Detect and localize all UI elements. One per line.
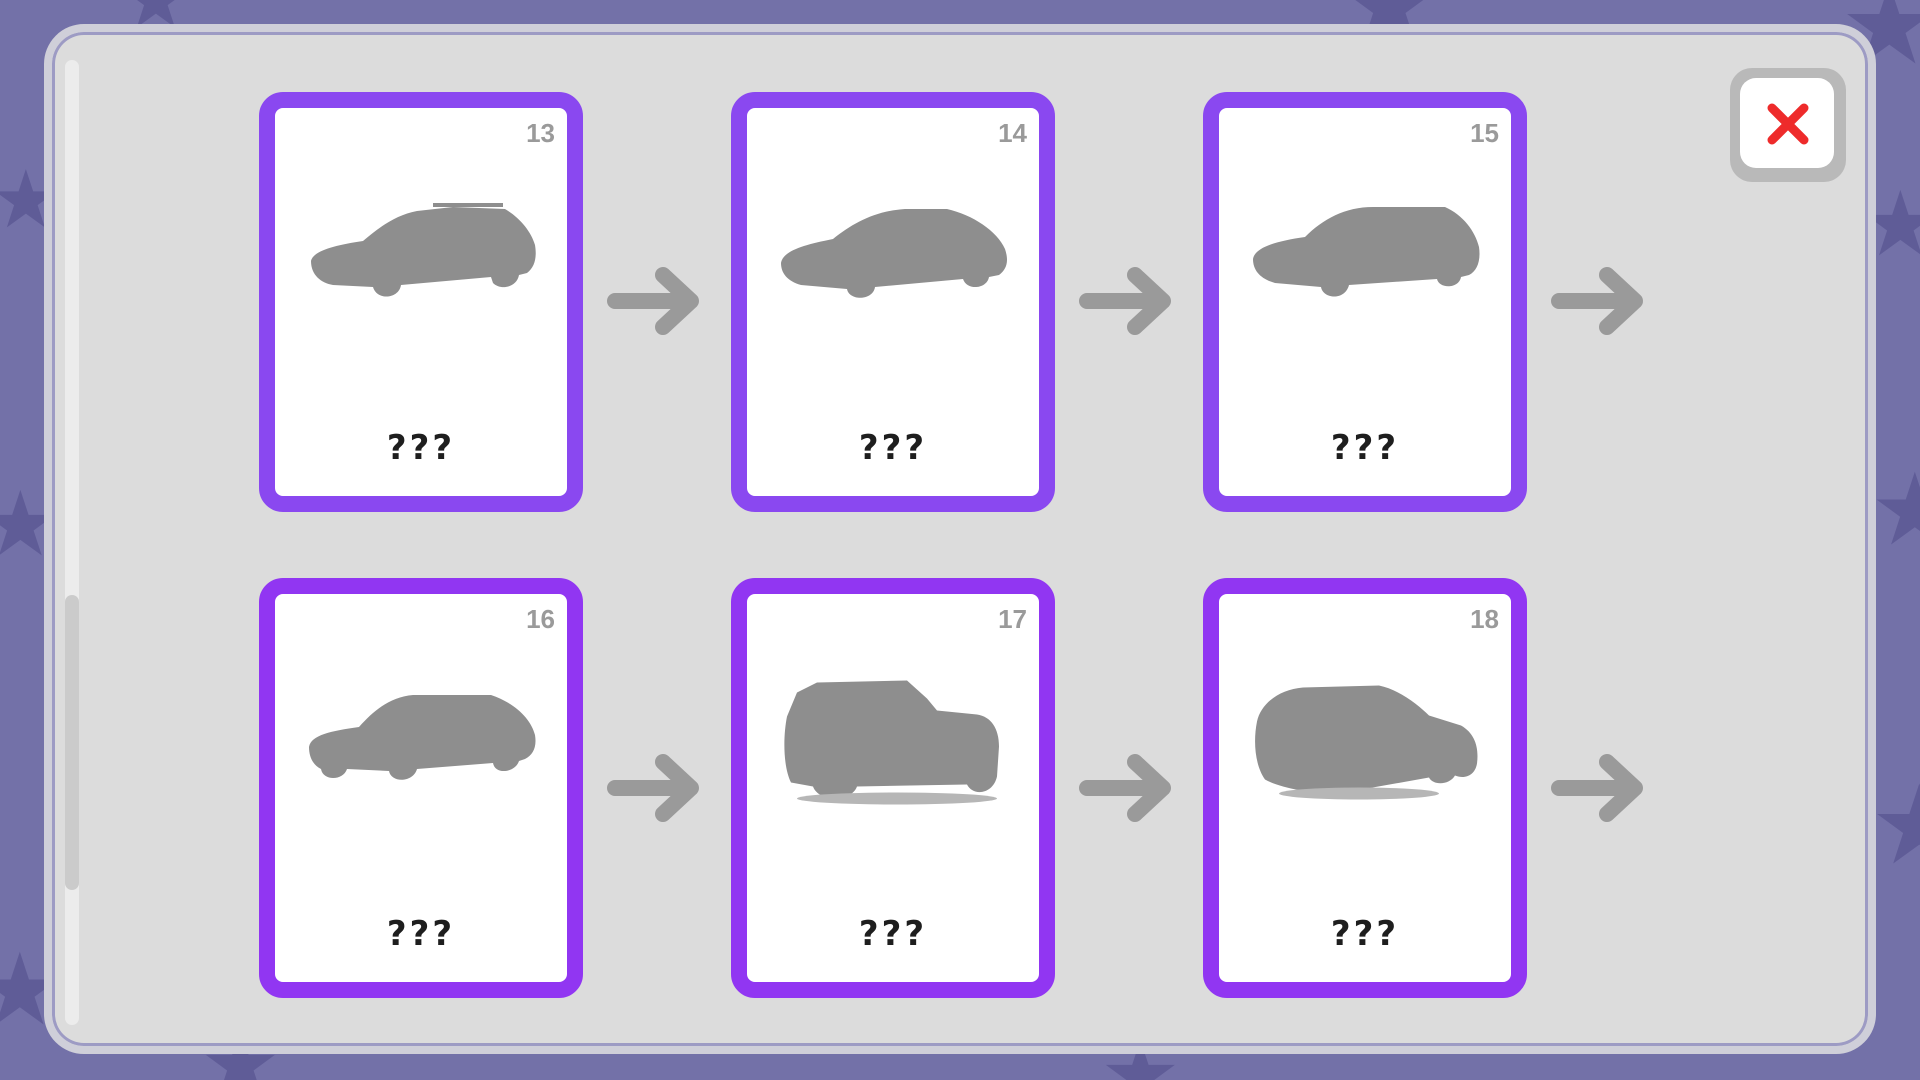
next-arrow-icon <box>607 754 699 822</box>
card-number: 17 <box>998 604 1027 634</box>
hatchback-silhouette-icon <box>781 209 1007 298</box>
card-name: ??? <box>858 914 928 954</box>
close-x-icon <box>1767 103 1809 145</box>
compact-suv-silhouette-icon <box>1253 207 1480 297</box>
car-card-18[interactable]: 18 ??? <box>1203 578 1527 998</box>
card-number: 15 <box>1470 118 1499 148</box>
suv-silhouette-icon <box>309 695 536 780</box>
station-wagon-silhouette-icon <box>311 203 536 297</box>
card-number: 14 <box>998 118 1027 148</box>
card-name: ??? <box>858 428 928 468</box>
star-icon: ★ <box>1870 451 1920 568</box>
next-arrow-icon <box>1551 754 1643 822</box>
next-arrow-icon <box>1079 267 1171 335</box>
offroad-suv-silhouette-icon <box>784 680 999 805</box>
car-card-13[interactable]: 13 ??? <box>259 92 583 512</box>
car-card-16[interactable]: 16 ??? <box>259 578 583 998</box>
car-card-17[interactable]: 17 ??? <box>731 578 1055 998</box>
card-name: ??? <box>386 428 456 468</box>
next-arrow-icon <box>1079 754 1171 822</box>
card-number: 16 <box>526 604 555 634</box>
car-card-15[interactable]: 15 ??? <box>1203 92 1527 512</box>
next-arrow-icon <box>1551 267 1643 335</box>
card-number: 13 <box>526 118 555 148</box>
close-button[interactable] <box>1730 68 1846 182</box>
star-icon: ★ <box>1870 761 1920 889</box>
next-arrow-icon <box>607 267 699 335</box>
card-name: ??? <box>386 914 456 954</box>
card-number: 18 <box>1470 604 1499 634</box>
scrollbar-thumb[interactable] <box>65 595 79 890</box>
crossover-silhouette-icon <box>1255 685 1478 800</box>
card-name: ??? <box>1330 914 1400 954</box>
car-card-14[interactable]: 14 ??? <box>731 92 1055 512</box>
scrollbar[interactable] <box>65 60 79 1025</box>
card-name: ??? <box>1330 428 1400 468</box>
